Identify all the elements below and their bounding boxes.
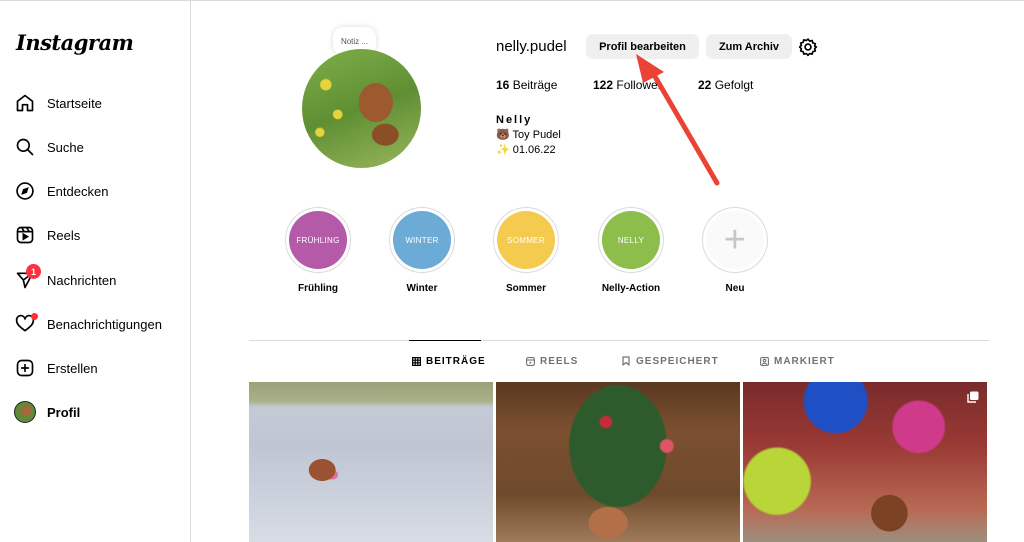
search-icon: [14, 136, 36, 158]
notification-badge: 1: [26, 264, 41, 279]
sidebar-item-entdecken[interactable]: Entdecken: [14, 176, 108, 206]
sidebar-item-label: Benachrichtigungen: [47, 316, 162, 332]
tab-label: GESPEICHERT: [636, 355, 719, 367]
following-label: Gefolgt: [714, 78, 754, 92]
highlight-title: Frühling: [298, 283, 338, 294]
tabs-divider: [249, 340, 989, 341]
username: nelly.pudel: [496, 38, 567, 55]
sidebar-item-reels[interactable]: Reels: [14, 220, 80, 250]
tab-reels[interactable]: REELS: [525, 354, 578, 368]
tab-label: MARKIERT: [774, 355, 835, 367]
sidebar-item-label: Nachrichten: [47, 272, 117, 288]
active-tab-indicator: [409, 340, 481, 341]
full-name: Nelly: [496, 114, 533, 126]
plus-icon: +: [706, 211, 764, 269]
sidebar-item-label: Entdecken: [47, 183, 109, 199]
tab-label: REELS: [540, 355, 579, 367]
posts-count: 16: [496, 78, 510, 92]
highlight-fruehling[interactable]: FRÜHLING Frühling: [285, 207, 351, 294]
edit-profile-button[interactable]: Profil bearbeiten: [586, 34, 699, 59]
home-icon: [14, 92, 36, 114]
highlight-title: Neu: [725, 283, 745, 294]
instagram-logo[interactable]: Instagram: [16, 30, 134, 55]
post-thumbnail[interactable]: [496, 382, 740, 542]
sidebar-item-label: Reels: [47, 227, 81, 243]
sidebar: Instagram Startseite Suche Entdecken Ree…: [0, 0, 191, 542]
posts-label: Beiträge: [512, 78, 558, 92]
highlight-cover: WINTER: [393, 211, 451, 269]
highlight-winter[interactable]: WINTER Winter: [389, 207, 455, 294]
following-stat[interactable]: 22 Gefolgt: [698, 78, 753, 92]
following-count: 22: [698, 78, 712, 92]
grid-icon: [411, 356, 421, 366]
plus-square-icon: [14, 357, 36, 379]
sidebar-item-label: Startseite: [47, 95, 102, 111]
reels-icon: [14, 224, 36, 246]
highlight-title: Nelly-Action: [601, 283, 661, 294]
bio-line: ✨ 01.06.22: [496, 144, 556, 156]
highlight-cover: FRÜHLING: [289, 211, 347, 269]
post-thumbnail[interactable]: [249, 382, 493, 542]
archive-button[interactable]: Zum Archiv: [706, 34, 792, 59]
messenger-icon: 1: [14, 264, 41, 291]
bookmark-icon: [621, 356, 631, 366]
carousel-icon: [967, 390, 979, 403]
sidebar-item-label: Erstellen: [47, 360, 98, 376]
notification-dot: [31, 313, 38, 320]
reels-icon: [525, 356, 535, 366]
highlight-nelly-action[interactable]: NELLY Nelly-Action: [598, 207, 664, 294]
sidebar-item-startseite[interactable]: Startseite: [14, 88, 102, 118]
sidebar-item-profil[interactable]: Profil: [14, 397, 80, 427]
highlight-sommer[interactable]: SOMMER Sommer: [493, 207, 559, 294]
tagged-icon: [759, 356, 769, 366]
avatar: [14, 401, 36, 423]
sidebar-item-nachrichten[interactable]: 1 Nachrichten: [14, 264, 117, 295]
highlight-title: Sommer: [505, 283, 546, 294]
sidebar-item-suche[interactable]: Suche: [14, 132, 84, 162]
sidebar-item-erstellen[interactable]: Erstellen: [14, 353, 98, 383]
sidebar-item-label: Suche: [47, 139, 84, 155]
tab-gespeichert[interactable]: GESPEICHERT: [621, 354, 719, 368]
highlight-cover: NELLY: [602, 211, 660, 269]
posts-stat: 16 Beiträge: [496, 78, 557, 92]
tab-label: BEITRÄGE: [426, 355, 486, 367]
gear-icon[interactable]: [797, 36, 819, 58]
highlight-new[interactable]: + Neu: [702, 207, 768, 294]
followers-count: 122: [593, 78, 614, 92]
sidebar-item-label: Profil: [47, 404, 81, 420]
tab-markiert[interactable]: MARKIERT: [759, 354, 835, 368]
highlight-title: Winter: [406, 283, 438, 294]
compass-icon: [14, 180, 36, 202]
profile-picture[interactable]: [302, 49, 421, 168]
bio-line: 🐻 Toy Pudel: [496, 129, 561, 141]
followers-label: Follower: [616, 78, 662, 92]
followers-stat[interactable]: 122 Follower: [593, 78, 662, 92]
post-thumbnail[interactable]: [743, 382, 987, 542]
tab-beitraege[interactable]: BEITRÄGE: [411, 354, 486, 368]
heart-icon: [14, 313, 38, 335]
sidebar-item-benachrichtigungen[interactable]: Benachrichtigungen: [14, 309, 162, 339]
highlight-cover: SOMMER: [497, 211, 555, 269]
